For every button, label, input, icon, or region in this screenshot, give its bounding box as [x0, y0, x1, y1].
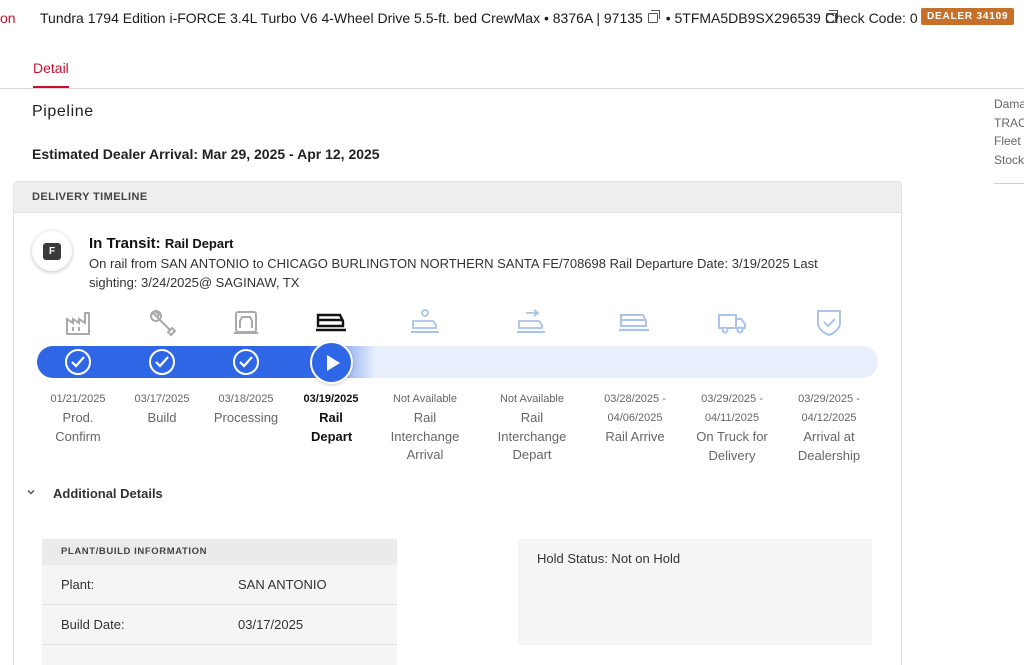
pipeline-title: Pipeline [32, 103, 94, 120]
step-date: 03/29/2025 - 04/12/2025 [798, 393, 860, 424]
timeline-step: 03/29/2025 - 04/11/2025 On Truck for Del… [682, 390, 782, 465]
tabs-divider [0, 88, 1024, 89]
info-value: SAN ANTONIO [238, 577, 327, 592]
info-value: 03/17/2025 [238, 617, 304, 632]
step-date: 03/19/2025 [303, 393, 359, 405]
check-code: Check Code: 0 [825, 10, 918, 26]
plant-build-info: PLANT/BUILD INFORMATION Plant: SAN ANTON… [42, 539, 397, 665]
info-row: Plant: SAN ANTONIO [42, 565, 397, 605]
sidebar-item-trac[interactable]: TRAC [994, 114, 1024, 133]
status-heading: In Transit: Rail Depart [89, 235, 234, 252]
wrench-icon [150, 310, 176, 336]
step-label: Rail Interchange Depart [497, 410, 567, 462]
step-complete-check-icon [233, 349, 259, 375]
step-label: Rail Interchange Arrival [390, 410, 460, 462]
timeline-step: 03/28/2025 - 04/06/2025 Rail Arrive [585, 390, 685, 447]
vin: • 5TFMA5DB9SX296539 [665, 10, 821, 26]
additional-details-toggle[interactable]: Additional Details [53, 486, 163, 501]
timeline-step: Not Available Rail Interchange Depart [482, 390, 582, 465]
timeline-step: Not Available Rail Interchange Arrival [375, 390, 475, 465]
hold-status: Hold Status: Not on Hold [537, 551, 681, 566]
car-processing-icon [234, 311, 258, 334]
current-step-play-icon [310, 341, 353, 384]
estimated-dealer-arrival: Estimated Dealer Arrival: Mar 29, 2025 -… [32, 146, 380, 162]
status-badge-icon: F [32, 231, 72, 271]
vehicle-description: Tundra 1794 Edition i-FORCE 3.4L Turbo V… [40, 10, 643, 26]
step-date: 03/28/2025 - 04/06/2025 [604, 393, 666, 424]
step-complete-check-icon [149, 349, 175, 375]
page: on Tundra 1794 Edition i-FORCE 3.4L Turb… [0, 0, 1024, 665]
status-detail: On rail from SAN ANTONIO to CHICAGO BURL… [89, 256, 818, 290]
info-key: Plant: [61, 577, 95, 592]
info-row: Build Date: 03/17/2025 [42, 605, 397, 645]
hold-status-box: Hold Status: Not on Hold [518, 539, 872, 645]
rail-interchange-arrival-icon [411, 309, 439, 333]
timeline-step: 03/29/2025 - 04/12/2025 Arrival at Deale… [779, 390, 879, 465]
sidebar-item-damage[interactable]: Dama [994, 95, 1024, 114]
card-header: DELIVERY TIMELINE [14, 182, 901, 213]
copy-model-icon[interactable] [647, 10, 660, 24]
rail-car-icon [316, 313, 346, 332]
sidebar-item-stock[interactable]: Stock [994, 151, 1024, 170]
rail-arrive-icon [619, 314, 649, 332]
plant-build-header: PLANT/BUILD INFORMATION [42, 539, 397, 565]
step-label: On Truck for Delivery [696, 429, 768, 463]
step-date: Not Available [392, 393, 457, 405]
dealer-badge: DEALER 34109 [921, 8, 1015, 25]
step-date: 03/29/2025 - 04/11/2025 [701, 393, 763, 424]
status-main: In Transit: [89, 235, 161, 252]
step-label: Rail Depart [311, 410, 353, 444]
right-sidebar: Dama TRAC Fleet Stock [994, 95, 1024, 169]
info-key: Build Date: [61, 617, 125, 632]
chevron-down-icon[interactable] [27, 488, 35, 496]
status-sub: Rail Depart [164, 236, 234, 251]
timeline-step-current: 03/19/2025 Rail Depart [281, 390, 381, 446]
truck-icon [718, 314, 746, 334]
step-label: Prod. Confirm [55, 410, 101, 444]
tab-detail[interactable]: Detail [33, 60, 69, 76]
step-label: Arrival at Dealership [797, 429, 861, 463]
sidebar-item-fleet[interactable]: Fleet [994, 132, 1024, 151]
step-complete-check-icon [65, 349, 91, 375]
vehicle-summary: Tundra 1794 Edition i-FORCE 3.4L Turbo V… [40, 10, 840, 26]
sidebar-divider [994, 183, 1024, 184]
brand-cut-text: on [0, 10, 16, 26]
rail-interchange-depart-icon [517, 309, 545, 333]
step-label: Rail Arrive [605, 429, 665, 444]
step-date: Not Available [499, 393, 564, 405]
shield-check-icon [817, 310, 841, 336]
factory-icon [66, 312, 90, 335]
